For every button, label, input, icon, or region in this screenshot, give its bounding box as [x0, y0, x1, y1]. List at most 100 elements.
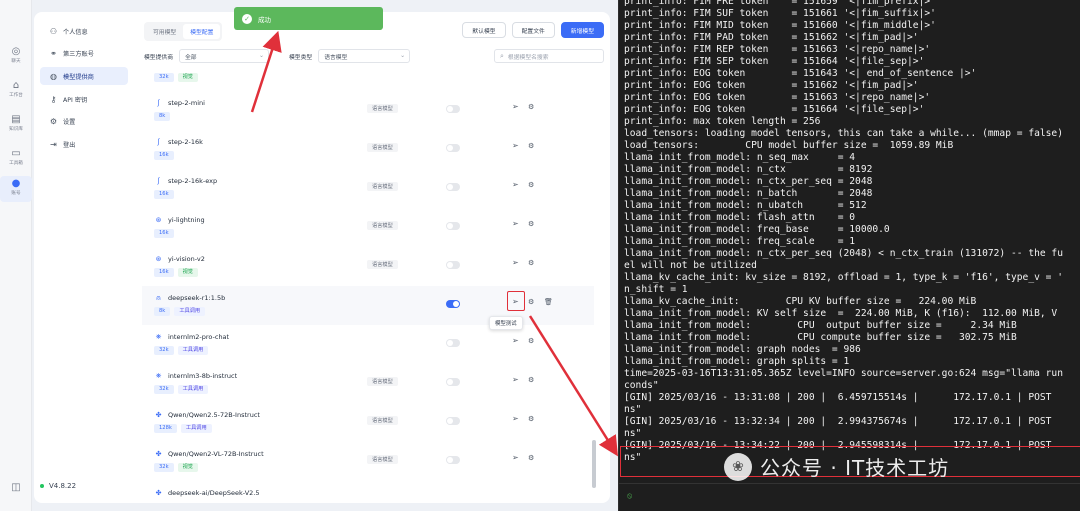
settings-card: ⚇ 个人信息 ⚭ 第三方账号 ◍ 模型提供商 ⚷ API 密钥 ⚙ 设置 ⇥ 登… — [34, 12, 610, 503]
test-model-icon[interactable]: ➢ — [512, 453, 519, 462]
terminal-panel[interactable]: print_info: FIM PRE token = 151659 '<|fi… — [618, 0, 1080, 511]
terminal-line: print_info: FIM MID token = 151660 '<|fi… — [624, 20, 936, 31]
model-tags: 32k 视觉 — [154, 73, 198, 82]
gear-icon[interactable]: ⚙ — [528, 142, 534, 150]
model-row[interactable]: ʃ step-2-mini 8k 语言模型 ➢ ⚙ — [142, 91, 594, 130]
gear-icon[interactable]: ⚙ — [528, 259, 534, 267]
rail-feedback[interactable]: ◫ — [0, 482, 32, 494]
gear-icon[interactable]: ⚙ — [528, 298, 534, 306]
enable-toggle[interactable] — [446, 300, 460, 308]
search-input[interactable]: ⌕ 根据模型名搜索 — [494, 49, 604, 63]
terminal-line: n_shift = 1 — [624, 284, 688, 295]
delete-icon[interactable]: 🗑 — [544, 298, 553, 306]
gear-icon[interactable]: ⚙ — [528, 415, 534, 423]
model-row[interactable]: ✤ Qwen/Qwen2-VL-72B-Instruct 32k 视觉 语言模型 ➢ ⚙ — [142, 442, 594, 481]
knowledge-icon: ▤ — [11, 114, 21, 125]
gear-icon[interactable]: ⚙ — [528, 181, 534, 189]
terminal-line: llama_init_from_model: CPU output buffer… — [624, 320, 1017, 331]
enable-toggle[interactable] — [446, 456, 460, 464]
terminal-line: ns" — [624, 428, 642, 439]
model-row[interactable]: ⍝ deepseek-r1:1.5b 8k 工具调用 ➢ ⚙ 🗑 模型测试 — [142, 286, 594, 330]
logout-icon: ⇥ — [50, 139, 57, 149]
provider-select[interactable]: 全部 ⌄ — [179, 49, 269, 63]
rail-account[interactable]: ● 账号 — [0, 176, 32, 202]
terminal-output: print_info: FIM PRE token = 151659 '<|fi… — [624, 0, 1080, 464]
enable-toggle[interactable] — [446, 378, 460, 386]
menu-item-model-provider[interactable]: ◍ 模型提供商 — [40, 67, 128, 86]
rail-chat[interactable]: ◎ 聊天 — [0, 46, 32, 65]
model-row[interactable]: ⊛ yi-lightning 16k 语言模型 ➢ ⚙ — [142, 208, 594, 247]
capability-tag: 视觉 — [177, 73, 198, 82]
tab-model-config[interactable]: 模型配置 — [183, 24, 221, 39]
enable-toggle[interactable] — [446, 105, 460, 113]
enable-toggle[interactable] — [446, 339, 460, 347]
menu-item-profile[interactable]: ⚇ 个人信息 — [40, 22, 128, 40]
test-model-icon[interactable]: ➢ — [512, 102, 519, 111]
model-name: Qwen/Qwen2-VL-72B-Instruct — [168, 450, 264, 458]
model-row[interactable]: ✤ Qwen/Qwen2.5-72B-Instruct 128k 工具调用 语言模型 ➢ ⚙ — [142, 403, 594, 442]
config-file-button[interactable]: 配置文件 — [511, 22, 555, 38]
test-model-icon[interactable]: ➢ — [512, 180, 519, 189]
test-model-icon[interactable]: ➢ — [512, 375, 519, 384]
enable-toggle[interactable] — [446, 144, 460, 152]
context-tag: 8k — [154, 307, 171, 316]
model-tags: 8k — [154, 112, 171, 121]
prompt-icon: ⦸ — [627, 491, 633, 500]
menu-item-settings[interactable]: ⚙ 设置 — [40, 113, 128, 131]
context-tag: 16k — [154, 229, 174, 238]
rail-workbench[interactable]: ⌂ 工作台 — [0, 80, 32, 99]
model-type-badge: 语言模型 — [367, 377, 398, 386]
terminal-line: print_info: FIM SUF token = 151661 '<|fi… — [624, 8, 936, 19]
model-row[interactable]: ⛯ internlm3-8b-instruct 32k 工具调用 语言模型 ➢ ⚙ — [142, 364, 594, 403]
gear-icon[interactable]: ⚙ — [528, 337, 534, 345]
capability-tag: 工具调用 — [177, 346, 209, 355]
enable-toggle[interactable] — [446, 417, 460, 425]
terminal-line: print_info: FIM REP token = 151663 '<|re… — [624, 44, 931, 55]
context-tag: 16k — [154, 268, 174, 277]
gear-icon[interactable]: ⚙ — [528, 103, 534, 111]
model-name: yi-vision-v2 — [168, 255, 205, 263]
terminal-line: print_info: FIM SEP token = 151664 '<|fi… — [624, 56, 925, 67]
account-icon: ● — [11, 178, 21, 189]
test-model-icon[interactable]: ➢ — [512, 141, 519, 150]
model-row[interactable]: ʃ step-2-16k-exp 16k 语言模型 ➢ ⚙ — [142, 169, 594, 208]
model-logo-icon: ⊛ — [155, 216, 162, 224]
enable-toggle[interactable] — [446, 261, 460, 269]
model-row[interactable]: ⛯ internlm2-pro-chat 32k 工具调用 ➢ ⚙ — [142, 325, 594, 364]
menu-item-api-key[interactable]: ⚷ API 密钥 — [40, 90, 128, 108]
model-row[interactable]: ✤ deepseek-ai/DeepSeek-V2.5 — [142, 481, 594, 498]
test-model-icon[interactable]: ➢ — [512, 414, 519, 423]
model-name: deepseek-r1:1.5b — [168, 294, 226, 302]
terminal-line: llama_init_from_model: graph splits = 1 — [624, 356, 850, 367]
enable-toggle[interactable] — [446, 222, 460, 230]
enable-toggle[interactable] — [446, 183, 460, 191]
rail-knowledge[interactable]: ▤ 知识库 — [0, 114, 32, 133]
gear-icon[interactable]: ⚙ — [528, 220, 534, 228]
capability-tag: 视觉 — [177, 268, 198, 277]
capability-tag: 视觉 — [177, 463, 198, 472]
menu-item-third-party[interactable]: ⚭ 第三方账号 — [40, 45, 128, 63]
model-tags: 8k 工具调用 — [154, 307, 206, 316]
model-row[interactable]: ✦32k视觉 — [142, 68, 594, 91]
model-row[interactable]: ʃ step-2-16k 16k 语言模型 ➢ ⚙ — [142, 130, 594, 169]
model-logo-icon: ✤ — [155, 450, 162, 458]
terminal-input[interactable]: ⦸ — [619, 483, 1080, 511]
gear-icon[interactable]: ⚙ — [528, 454, 534, 462]
status-dot — [40, 484, 44, 488]
menu-item-logout[interactable]: ⇥ 登出 — [40, 135, 128, 153]
model-type-badge: 语言模型 — [367, 260, 398, 269]
test-model-icon[interactable]: ➢ — [512, 258, 519, 267]
default-model-button[interactable]: 默认模型 — [462, 22, 506, 38]
model-row[interactable]: ⊛ yi-vision-v2 16k 视觉 语言模型 ➢ ⚙ — [142, 247, 594, 286]
type-select[interactable]: 语言模型 ⌄ — [318, 49, 411, 63]
model-tags: 32k 工具调用 — [154, 346, 209, 355]
test-model-icon[interactable]: ➢ — [512, 219, 519, 228]
list-scrollbar[interactable] — [592, 440, 596, 488]
test-model-icon[interactable]: ➢ — [512, 336, 519, 345]
model-logo-icon: ʃ — [157, 177, 160, 185]
add-model-button[interactable]: 新增模型 — [560, 22, 604, 38]
gear-icon[interactable]: ⚙ — [528, 376, 534, 384]
rail-toolbox[interactable]: ▭ 工具箱 — [0, 148, 32, 167]
tab-available-models[interactable]: 可用模型 — [146, 24, 183, 39]
model-tags: 32k 工具调用 — [154, 385, 209, 394]
